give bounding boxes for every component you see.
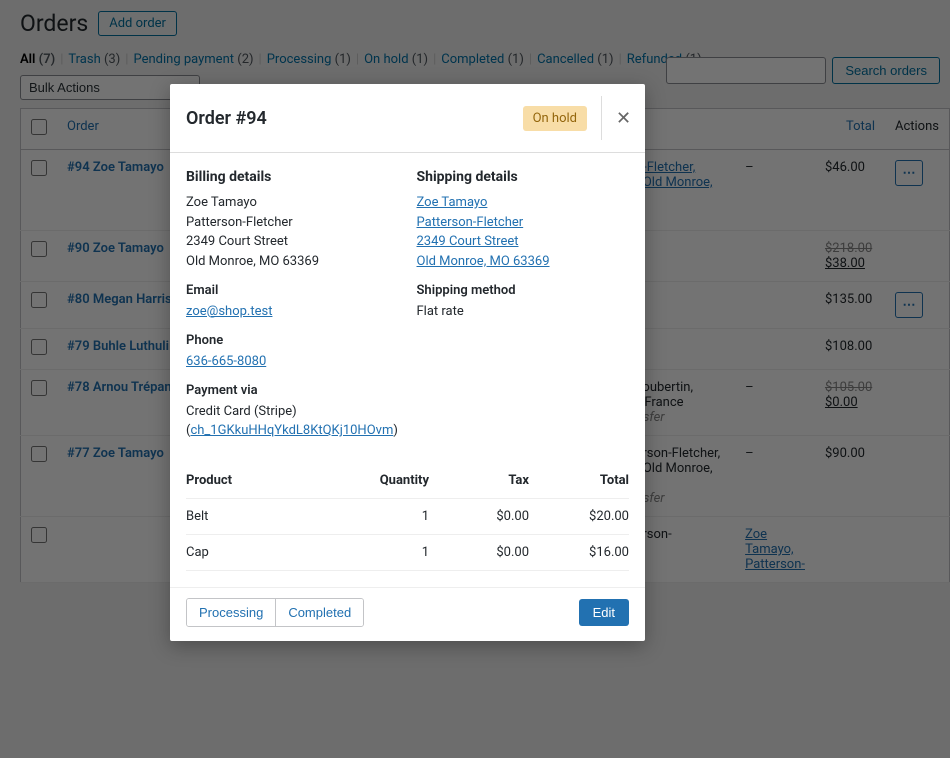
- col-total: Total: [529, 463, 629, 499]
- modal-title: Order #94: [186, 108, 523, 129]
- col-product: Product: [186, 463, 349, 499]
- shipping-heading: Shipping details: [417, 169, 630, 185]
- shipping-method-label: Shipping method: [417, 281, 630, 301]
- item-product: Belt: [186, 498, 349, 534]
- shipping-company-link[interactable]: Patterson-Fletcher: [417, 215, 524, 230]
- modal-footer: Processing Completed Edit: [170, 587, 645, 641]
- payment-label: Payment via: [186, 381, 399, 401]
- shipping-address: Zoe Tamayo Patterson-Fletcher 2349 Court…: [417, 193, 630, 271]
- payment-method: Credit Card (Stripe): [186, 404, 297, 419]
- item-tax: $0.00: [429, 534, 529, 570]
- mark-processing-button[interactable]: Processing: [187, 599, 275, 626]
- phone-label: Phone: [186, 331, 399, 351]
- col-tax: Tax: [429, 463, 529, 499]
- billing-address: Zoe TamayoPatterson-Fletcher2349 Court S…: [186, 193, 399, 271]
- email-label: Email: [186, 281, 399, 301]
- item-total: $20.00: [529, 498, 629, 534]
- line-item-row: Cap1$0.00$16.00: [186, 534, 629, 570]
- line-item-row: Belt1$0.00$20.00: [186, 498, 629, 534]
- mark-completed-button[interactable]: Completed: [275, 599, 363, 626]
- email-link[interactable]: zoe@shop.test: [186, 304, 272, 319]
- item-qty: 1: [349, 498, 429, 534]
- order-preview-modal: Order #94 On hold ✕ Billing details Zoe …: [170, 84, 645, 641]
- billing-heading: Billing details: [186, 169, 399, 185]
- item-qty: 1: [349, 534, 429, 570]
- item-product: Cap: [186, 534, 349, 570]
- line-items-table: Product Quantity Tax Total Belt1$0.00$20…: [186, 463, 629, 571]
- shipping-method-value: Flat rate: [417, 304, 464, 319]
- modal-status-badge: On hold: [523, 106, 587, 131]
- shipping-street-link[interactable]: 2349 Court Street: [417, 234, 519, 249]
- phone-link[interactable]: 636-665-8080: [186, 354, 266, 369]
- close-icon[interactable]: ✕: [601, 96, 645, 140]
- item-tax: $0.00: [429, 498, 529, 534]
- shipping-name-link[interactable]: Zoe Tamayo: [417, 195, 488, 210]
- edit-button[interactable]: Edit: [579, 599, 629, 626]
- status-button-group: Processing Completed: [186, 598, 364, 627]
- modal-header: Order #94 On hold ✕: [170, 84, 645, 153]
- col-quantity: Quantity: [349, 463, 429, 499]
- shipping-city-link[interactable]: Old Monroe, MO 63369: [417, 254, 550, 269]
- item-total: $16.00: [529, 534, 629, 570]
- payment-transaction-link[interactable]: ch_1GKkuHHqYkdL8KtQKj10HOvm: [190, 423, 393, 438]
